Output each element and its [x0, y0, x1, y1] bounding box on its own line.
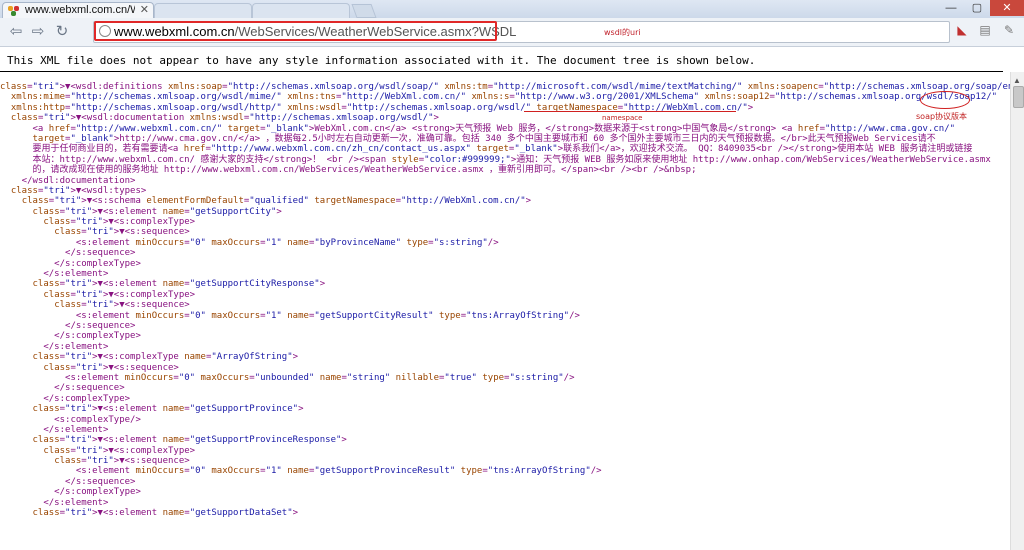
xml-line[interactable]: class="tri">▼<s:sequence>	[0, 456, 1010, 466]
back-arrow-icon[interactable]: ⇦	[6, 22, 26, 42]
window-controls: — ▢ ✕	[938, 0, 1024, 18]
page-menu-icon[interactable]: ▤	[978, 23, 992, 37]
xml-line[interactable]: class="tri">▼<s:complexType>	[0, 217, 1010, 227]
scroll-thumb[interactable]	[1013, 86, 1024, 108]
xml-line[interactable]: class="tri">▼<wsdl:documentation xmlns:w…	[0, 113, 1010, 123]
xml-line[interactable]: class="tri">▼<s:complexType>	[0, 290, 1010, 300]
xml-line: </s:element>	[0, 269, 109, 280]
xml-line[interactable]: class="tri">▼<s:sequence>	[0, 300, 1010, 310]
url-highlight-box	[94, 21, 497, 41]
xml-line: </s:element>	[0, 424, 109, 435]
scrollbar[interactable]: ▲	[1010, 72, 1024, 550]
xml-line: </s:element>	[0, 341, 109, 352]
forward-arrow-icon[interactable]: ⇨	[28, 22, 48, 42]
xml-line: xmlns:mime="http://schemas.xmlsoap.org/w…	[10, 92, 998, 103]
xml-line: xmlns:http="http://schemas.xmlsoap.org/w…	[10, 102, 754, 113]
xml-line: 要用于任何商业目的，若有需要请<a href="http://www.webxm…	[0, 144, 973, 155]
xml-info-message: This XML file does not appear to have an…	[7, 54, 756, 67]
xml-line: </s:sequence>	[0, 320, 136, 331]
webxml-favicon-icon	[8, 6, 20, 16]
browser-toolbar: ⇦ ⇨ ↻ www.webxml.com.cn/WebServices/Weat…	[0, 18, 1024, 47]
tab-inactive[interactable]	[252, 3, 350, 19]
xml-line: <s:element minOccurs="0" maxOccurs="1" n…	[0, 466, 602, 477]
xml-line: <s:element minOccurs="0" maxOccurs="1" n…	[0, 310, 580, 321]
divider	[0, 71, 1003, 72]
xml-tree: class="tri">▼<wsdl:definitions xmlns:soa…	[0, 82, 1024, 518]
soap-version-annotation: soap协议版本	[916, 112, 968, 121]
xml-line[interactable]: class="tri">▼<s:complexType name="ArrayO…	[0, 352, 1010, 362]
soap12-circle	[920, 91, 970, 109]
xml-line: </s:element>	[0, 497, 109, 508]
tab-strip: www.webxml.com.cn/We ✕ — ▢ ✕	[0, 0, 1024, 19]
xml-line[interactable]: class="tri">▼<wsdl:types>	[0, 186, 1010, 196]
xml-line[interactable]: class="tri">▼<s:element name="getSupport…	[0, 279, 1010, 289]
xml-line: </s:complexType>	[0, 393, 131, 404]
extension-icon[interactable]: ◣	[955, 23, 969, 37]
wsdl-uri-annotation: wsdl的uri	[604, 28, 641, 37]
maximize-icon[interactable]: ▢	[964, 0, 990, 16]
scroll-up-arrow-icon[interactable]: ▲	[1013, 76, 1021, 85]
xml-line: <s:element minOccurs="0" maxOccurs="1" n…	[0, 237, 499, 248]
xml-line: </s:complexType>	[0, 487, 141, 498]
close-window-icon[interactable]: ✕	[990, 0, 1024, 16]
xml-line[interactable]: class="tri">▼<s:element name="getSupport…	[0, 207, 1010, 217]
minimize-icon[interactable]: —	[938, 0, 964, 16]
namespace-annotation: namespace	[602, 114, 643, 122]
xml-line[interactable]: class="tri">▼<s:sequence>	[0, 363, 1010, 373]
xml-line: </wsdl:documentation>	[0, 175, 136, 186]
tab-title: www.webxml.com.cn/We	[25, 4, 135, 16]
tab-inactive[interactable]	[154, 3, 252, 19]
xml-line: </s:complexType>	[0, 258, 141, 269]
xml-line: <s:complexType/>	[0, 414, 141, 425]
xml-line: 的，请改成现在使用的服务地址 http://www.webxml.com.cn/…	[0, 165, 697, 176]
address-bar[interactable]: www.webxml.com.cn/WebServices/WeatherWeb…	[93, 21, 950, 43]
namespace-underline	[524, 111, 736, 112]
xml-line: </s:sequence>	[0, 248, 136, 259]
xml-line: target="_blank">http://www.cma.gov.cn/</…	[32, 133, 936, 144]
tab-close-icon[interactable]: ✕	[140, 3, 149, 16]
xml-line: <s:element minOccurs="0" maxOccurs="unbo…	[0, 372, 575, 383]
wrench-icon[interactable]: ✎	[1002, 23, 1016, 37]
xml-line[interactable]: class="tri">▼<wsdl:definitions xmlns:soa…	[0, 82, 1024, 92]
new-tab-button[interactable]	[351, 4, 377, 18]
xml-line[interactable]: class="tri">▼<s:element name="getSupport…	[0, 508, 1010, 518]
xml-line[interactable]: class="tri">▼<s:schema elementFormDefaul…	[0, 196, 1010, 206]
xml-line: <a href="http://www.webxml.com.cn/" targ…	[0, 123, 956, 134]
xml-line: </s:sequence>	[0, 476, 136, 487]
xml-line[interactable]: class="tri">▼<s:element name="getSupport…	[0, 404, 1010, 414]
xml-line: </s:complexType>	[0, 331, 141, 342]
tab-active[interactable]: www.webxml.com.cn/We ✕	[2, 2, 154, 19]
xml-line[interactable]: class="tri">▼<s:sequence>	[0, 227, 1010, 237]
reload-icon[interactable]: ↻	[52, 22, 72, 42]
xml-line[interactable]: class="tri">▼<s:complexType>	[0, 446, 1010, 456]
xml-line: </s:sequence>	[0, 383, 125, 394]
xml-line[interactable]: class="tri">▼<s:element name="getSupport…	[0, 435, 1010, 445]
xml-line: 本站：http://www.webxml.com.cn/ 感谢大家的支持</st…	[0, 154, 991, 165]
